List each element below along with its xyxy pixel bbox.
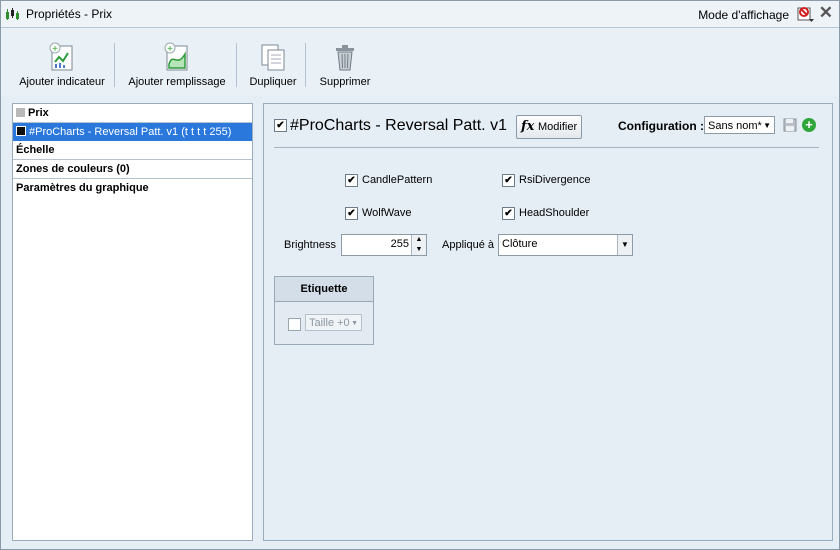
candlepattern-checkbox[interactable]: ✔ <box>345 174 358 187</box>
brightness-label: Brightness <box>284 239 336 251</box>
function-icon: fx <box>521 119 535 134</box>
brightness-spinner[interactable]: 255 ▲ ▼ <box>341 234 427 256</box>
chart-candles-icon <box>6 8 19 20</box>
tree-item-label: Paramètres du graphique <box>16 182 149 194</box>
applique-select[interactable]: Clôture ▼ <box>498 234 633 256</box>
wolfwave-label: WolfWave <box>362 207 412 219</box>
display-mode-icon[interactable] <box>795 4 815 24</box>
add-indicator-button[interactable]: + Ajouter indicateur <box>16 28 108 96</box>
configuration-label: Configuration : <box>618 119 704 133</box>
delete-button[interactable]: Supprimer <box>314 28 376 96</box>
tree-item-label: Zones de couleurs (0) <box>16 163 130 175</box>
title-bar: Propriétés - Prix Mode d'affichage ✕ <box>1 1 839 28</box>
display-mode-label: Mode d'affichage <box>698 8 789 22</box>
applique-value: Clôture <box>502 238 538 250</box>
indicator-enabled-checkbox[interactable]: ✔ <box>274 119 287 132</box>
add-indicator-label: Ajouter indicateur <box>19 76 105 88</box>
trash-icon <box>336 45 354 71</box>
tree-item-prix[interactable]: Prix <box>13 104 252 123</box>
rsidivergence-checkbox[interactable]: ✔ <box>502 174 515 187</box>
color-swatch <box>16 126 26 136</box>
wolfwave-checkbox[interactable]: ✔ <box>345 207 358 220</box>
brightness-value: 255 <box>390 238 409 250</box>
indicator-settings-panel: ✔ #ProCharts - Reversal Patt. v1 fx Modi… <box>263 103 833 541</box>
add-fill-button[interactable]: + Ajouter remplissage <box>123 28 231 96</box>
candlepattern-label: CandlePattern <box>362 174 433 186</box>
duplicate-icon <box>261 44 285 71</box>
etiquette-group: Etiquette Taille +0 ▼ <box>274 276 374 345</box>
chevron-down-icon: ▼ <box>351 320 358 327</box>
modify-label: Modifier <box>538 121 578 133</box>
toolbar-divider <box>236 43 237 87</box>
spinner-arrows-icon[interactable]: ▲ ▼ <box>411 235 426 255</box>
element-tree: Prix #ProCharts - Reversal Patt. v1 (t t… <box>12 103 253 541</box>
svg-text:+: + <box>52 44 58 55</box>
tree-item-label: #ProCharts - Reversal Patt. v1 (t t t t … <box>29 126 232 138</box>
size-select[interactable]: Taille +0 ▼ <box>305 314 362 331</box>
headshoulder-checkbox[interactable]: ✔ <box>502 207 515 220</box>
add-fill-icon: + <box>164 42 188 71</box>
save-icon[interactable] <box>783 118 797 132</box>
chevron-down-icon: ▼ <box>617 235 632 255</box>
tree-item-color-zones[interactable]: Zones de couleurs (0) <box>13 160 252 179</box>
properties-window: Propriétés - Prix Mode d'affichage ✕ + A… <box>0 0 840 550</box>
tree-item-chart-params[interactable]: Paramètres du graphique <box>13 179 252 197</box>
color-swatch <box>16 108 25 117</box>
chevron-down-icon: ▼ <box>763 121 771 130</box>
divider <box>274 147 819 148</box>
etiquette-checkbox[interactable] <box>288 318 301 331</box>
headshoulder-label: HeadShoulder <box>519 207 590 219</box>
add-config-icon[interactable]: + <box>802 118 816 132</box>
add-fill-label: Ajouter remplissage <box>128 76 226 88</box>
modify-button[interactable]: fx Modifier <box>516 115 582 139</box>
toolbar-divider <box>114 43 115 87</box>
tree-item-echelle[interactable]: Échelle <box>13 141 252 160</box>
duplicate-label: Dupliquer <box>249 76 297 88</box>
delete-label: Supprimer <box>319 76 371 88</box>
tree-item-indicator[interactable]: #ProCharts - Reversal Patt. v1 (t t t t … <box>13 123 252 141</box>
tree-item-label: Échelle <box>16 144 55 156</box>
toolbar: + Ajouter indicateur + Ajouter remplissa… <box>1 28 839 96</box>
configuration-value: Sans nom* <box>708 120 762 132</box>
svg-text:+: + <box>167 44 173 55</box>
rsidivergence-label: RsiDivergence <box>519 174 591 186</box>
close-icon[interactable]: ✕ <box>819 3 833 23</box>
indicator-title: #ProCharts - Reversal Patt. v1 <box>290 117 507 134</box>
applique-label: Appliqué à <box>442 239 494 251</box>
tree-item-label: Prix <box>28 107 49 119</box>
toolbar-divider <box>305 43 306 87</box>
window-title: Propriétés - Prix <box>26 7 113 21</box>
configuration-select[interactable]: Sans nom* ▼ <box>704 116 775 134</box>
etiquette-title: Etiquette <box>275 277 373 302</box>
duplicate-button[interactable]: Dupliquer <box>244 28 302 96</box>
size-value: Taille +0 <box>309 317 350 329</box>
add-indicator-icon: + <box>49 42 73 71</box>
